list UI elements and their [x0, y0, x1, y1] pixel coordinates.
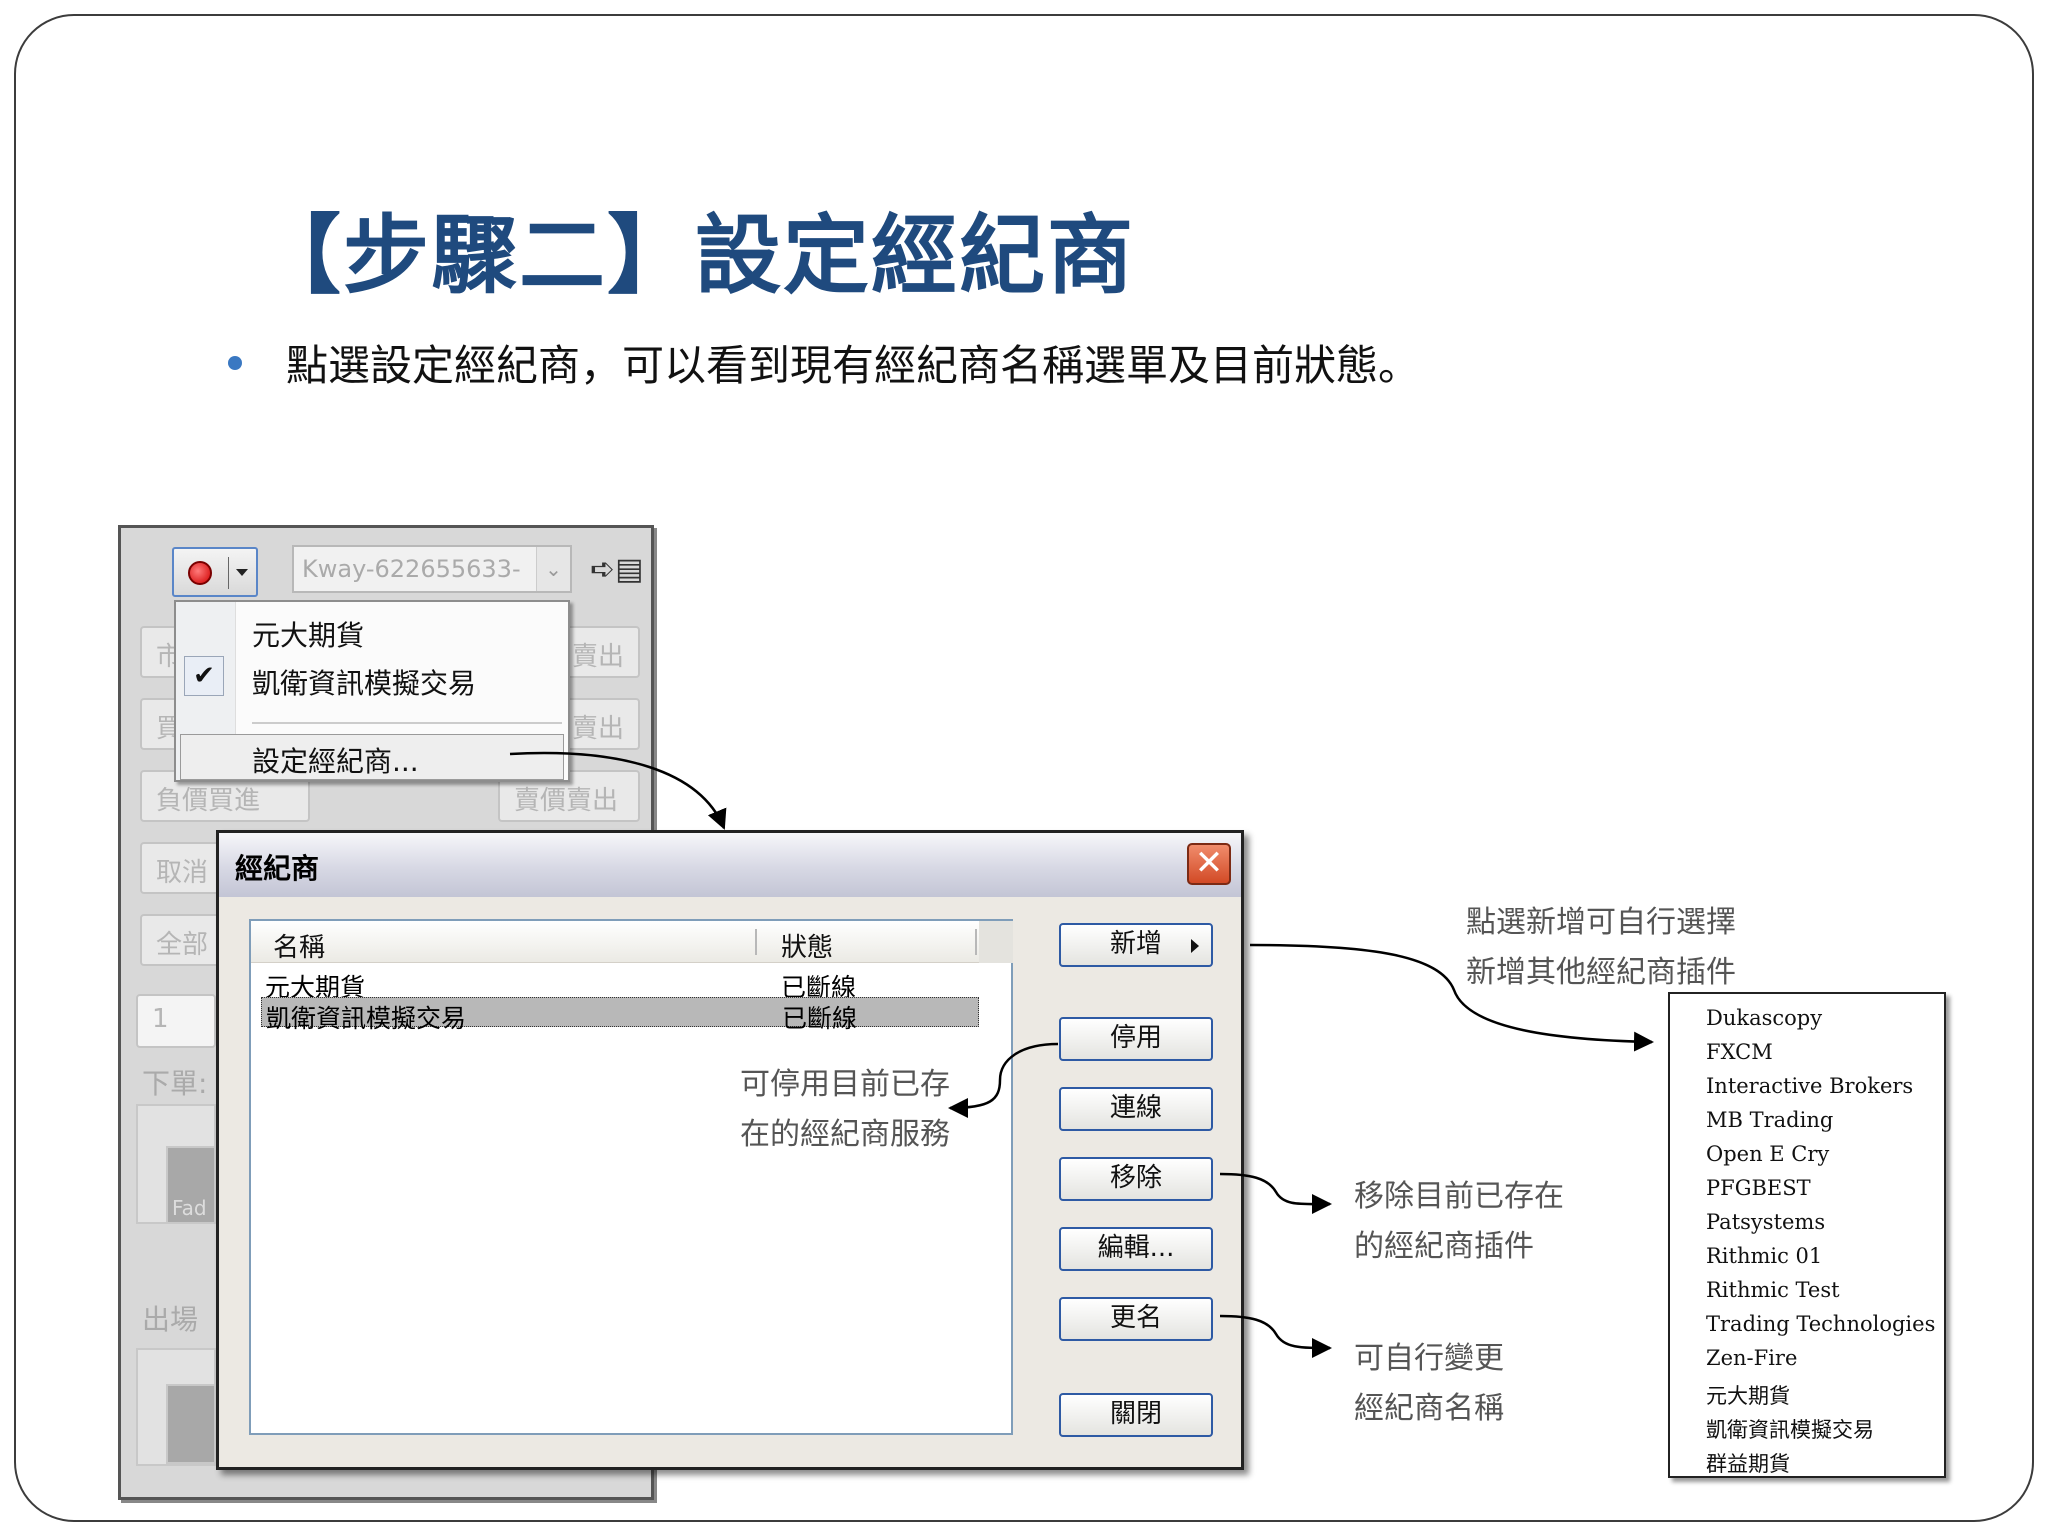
submenu-arrow-icon [1191, 939, 1199, 953]
list-item[interactable]: FXCM [1706, 1040, 1773, 1064]
column-header-status[interactable]: 狀態 [781, 927, 833, 964]
record-icon [188, 561, 212, 585]
column-header-filler [979, 921, 1013, 963]
remove-button[interactable]: 移除 [1059, 1157, 1213, 1201]
account-combo-value: Kway-622655633- [302, 555, 521, 583]
broker-plugin-list: Dukascopy FXCM Interactive Brokers MB Tr… [1668, 992, 1946, 1478]
qty-input[interactable]: 1 [136, 994, 216, 1048]
add-note-line-1: 點選新增可自行選擇 [1466, 905, 1736, 940]
list-item[interactable]: Rithmic 01 [1706, 1244, 1822, 1268]
broker-dropdown-menu: 元大期貨 ✔ 凱衛資訊模擬交易 設定經紀商... [174, 600, 570, 782]
menu-item-yuanta[interactable]: 元大期貨 [252, 614, 364, 654]
add-note: 點選新增可自行選擇 新增其他經紀商插件 [1466, 898, 1736, 998]
remove-note: 移除目前已存在 的經紀商插件 [1354, 1172, 1564, 1272]
disable-button[interactable]: 停用 [1059, 1017, 1213, 1061]
bullet-text: 點選設定經紀商，可以看到現有經紀商名稱選單及目前狀態。 [286, 341, 1421, 390]
table-row-selected[interactable]: 凱衛資訊模擬交易 已斷線 [261, 997, 979, 1033]
column-divider[interactable] [975, 929, 977, 955]
bullet-row: 點選設定經紀商，可以看到現有經紀商名稱選單及目前狀態。 [228, 332, 1420, 393]
disable-note: 可停用目前已存 在的經紀商服務 [740, 1060, 950, 1160]
add-button[interactable]: 新增 [1059, 923, 1213, 967]
list-item[interactable]: MB Trading [1706, 1108, 1833, 1132]
list-item[interactable]: Zen-Fire [1706, 1346, 1797, 1370]
remove-note-line-2: 的經紀商插件 [1354, 1229, 1534, 1264]
close-button[interactable]: 關閉 [1059, 1393, 1213, 1437]
button-separator [228, 557, 229, 589]
row-status: 已斷線 [782, 1004, 858, 1033]
menu-separator [252, 722, 562, 724]
account-combo[interactable]: Kway-622655633- ⌄ [292, 545, 572, 593]
rename-button[interactable]: 更名 [1059, 1297, 1213, 1341]
broker-list-view[interactable]: 名稱 狀態 元大期貨 已斷線 凱衛資訊模擬交易 已斷線 [249, 919, 1013, 1435]
dialog-titlebar[interactable]: 經紀商 ✕ [219, 833, 1241, 897]
dialog-title: 經紀商 [235, 852, 320, 885]
list-item[interactable]: 凱衛資訊模擬交易 [1706, 1414, 1874, 1444]
add-note-line-2: 新增其他經紀商插件 [1466, 955, 1736, 990]
list-header: 名稱 狀態 [251, 921, 1013, 964]
order-strategy-icon[interactable]: Fad [166, 1146, 216, 1224]
list-item[interactable]: Trading Technologies [1706, 1312, 1935, 1336]
connect-button[interactable]: 連線 [1059, 1087, 1213, 1131]
row-name: 凱衛資訊模擬交易 [266, 1004, 467, 1033]
menu-item-kway-sim[interactable]: 凱衛資訊模擬交易 [252, 662, 476, 702]
column-header-name[interactable]: 名稱 [273, 927, 325, 964]
list-item[interactable]: PFGBEST [1706, 1176, 1811, 1200]
disable-note-line-1: 可停用目前已存 [740, 1067, 950, 1102]
check-icon: ✔ [184, 656, 224, 696]
rename-note-line-1: 可自行變更 [1354, 1341, 1504, 1376]
export-icon[interactable]: ➪▤ [590, 552, 643, 587]
disable-note-line-2: 在的經紀商服務 [740, 1117, 950, 1152]
list-item[interactable]: Rithmic Test [1706, 1278, 1840, 1302]
order-label: 下單: [142, 1067, 208, 1100]
rename-note-line-2: 經紀商名稱 [1354, 1391, 1504, 1426]
menu-item-set-broker[interactable]: 設定經紀商... [252, 740, 419, 780]
exit-label: 出場 [142, 1303, 199, 1336]
edit-button[interactable]: 編輯... [1059, 1227, 1213, 1271]
bullet-dot-icon [228, 355, 242, 370]
list-item[interactable]: 元大期貨 [1706, 1380, 1790, 1410]
remove-note-line-1: 移除目前已存在 [1354, 1179, 1564, 1214]
list-item[interactable]: 群益期貨 [1706, 1448, 1790, 1478]
list-item[interactable]: Open E Cry [1706, 1142, 1829, 1166]
table-row[interactable]: 元大期貨 已斷線 [261, 967, 979, 1002]
broker-dialog: 經紀商 ✕ 名稱 狀態 元大期貨 已斷線 凱衛資訊模擬交易 已斷線 新增 停用 … [216, 830, 1244, 1470]
caret-down-icon[interactable] [236, 569, 248, 576]
rename-note: 可自行變更 經紀商名稱 [1354, 1334, 1504, 1434]
list-item[interactable]: Dukascopy [1706, 1006, 1822, 1030]
broker-connect-button[interactable] [172, 547, 258, 597]
exit-strategy-icon[interactable] [166, 1384, 216, 1464]
list-item[interactable]: Interactive Brokers [1706, 1074, 1913, 1098]
column-divider[interactable] [755, 929, 757, 955]
chevron-down-icon[interactable]: ⌄ [536, 547, 570, 591]
slide-title: 【步驟二】設定經紀商 [255, 206, 1135, 306]
close-icon[interactable]: ✕ [1187, 843, 1231, 885]
add-button-label: 新增 [1109, 929, 1162, 959]
list-item[interactable]: Patsystems [1706, 1210, 1825, 1234]
